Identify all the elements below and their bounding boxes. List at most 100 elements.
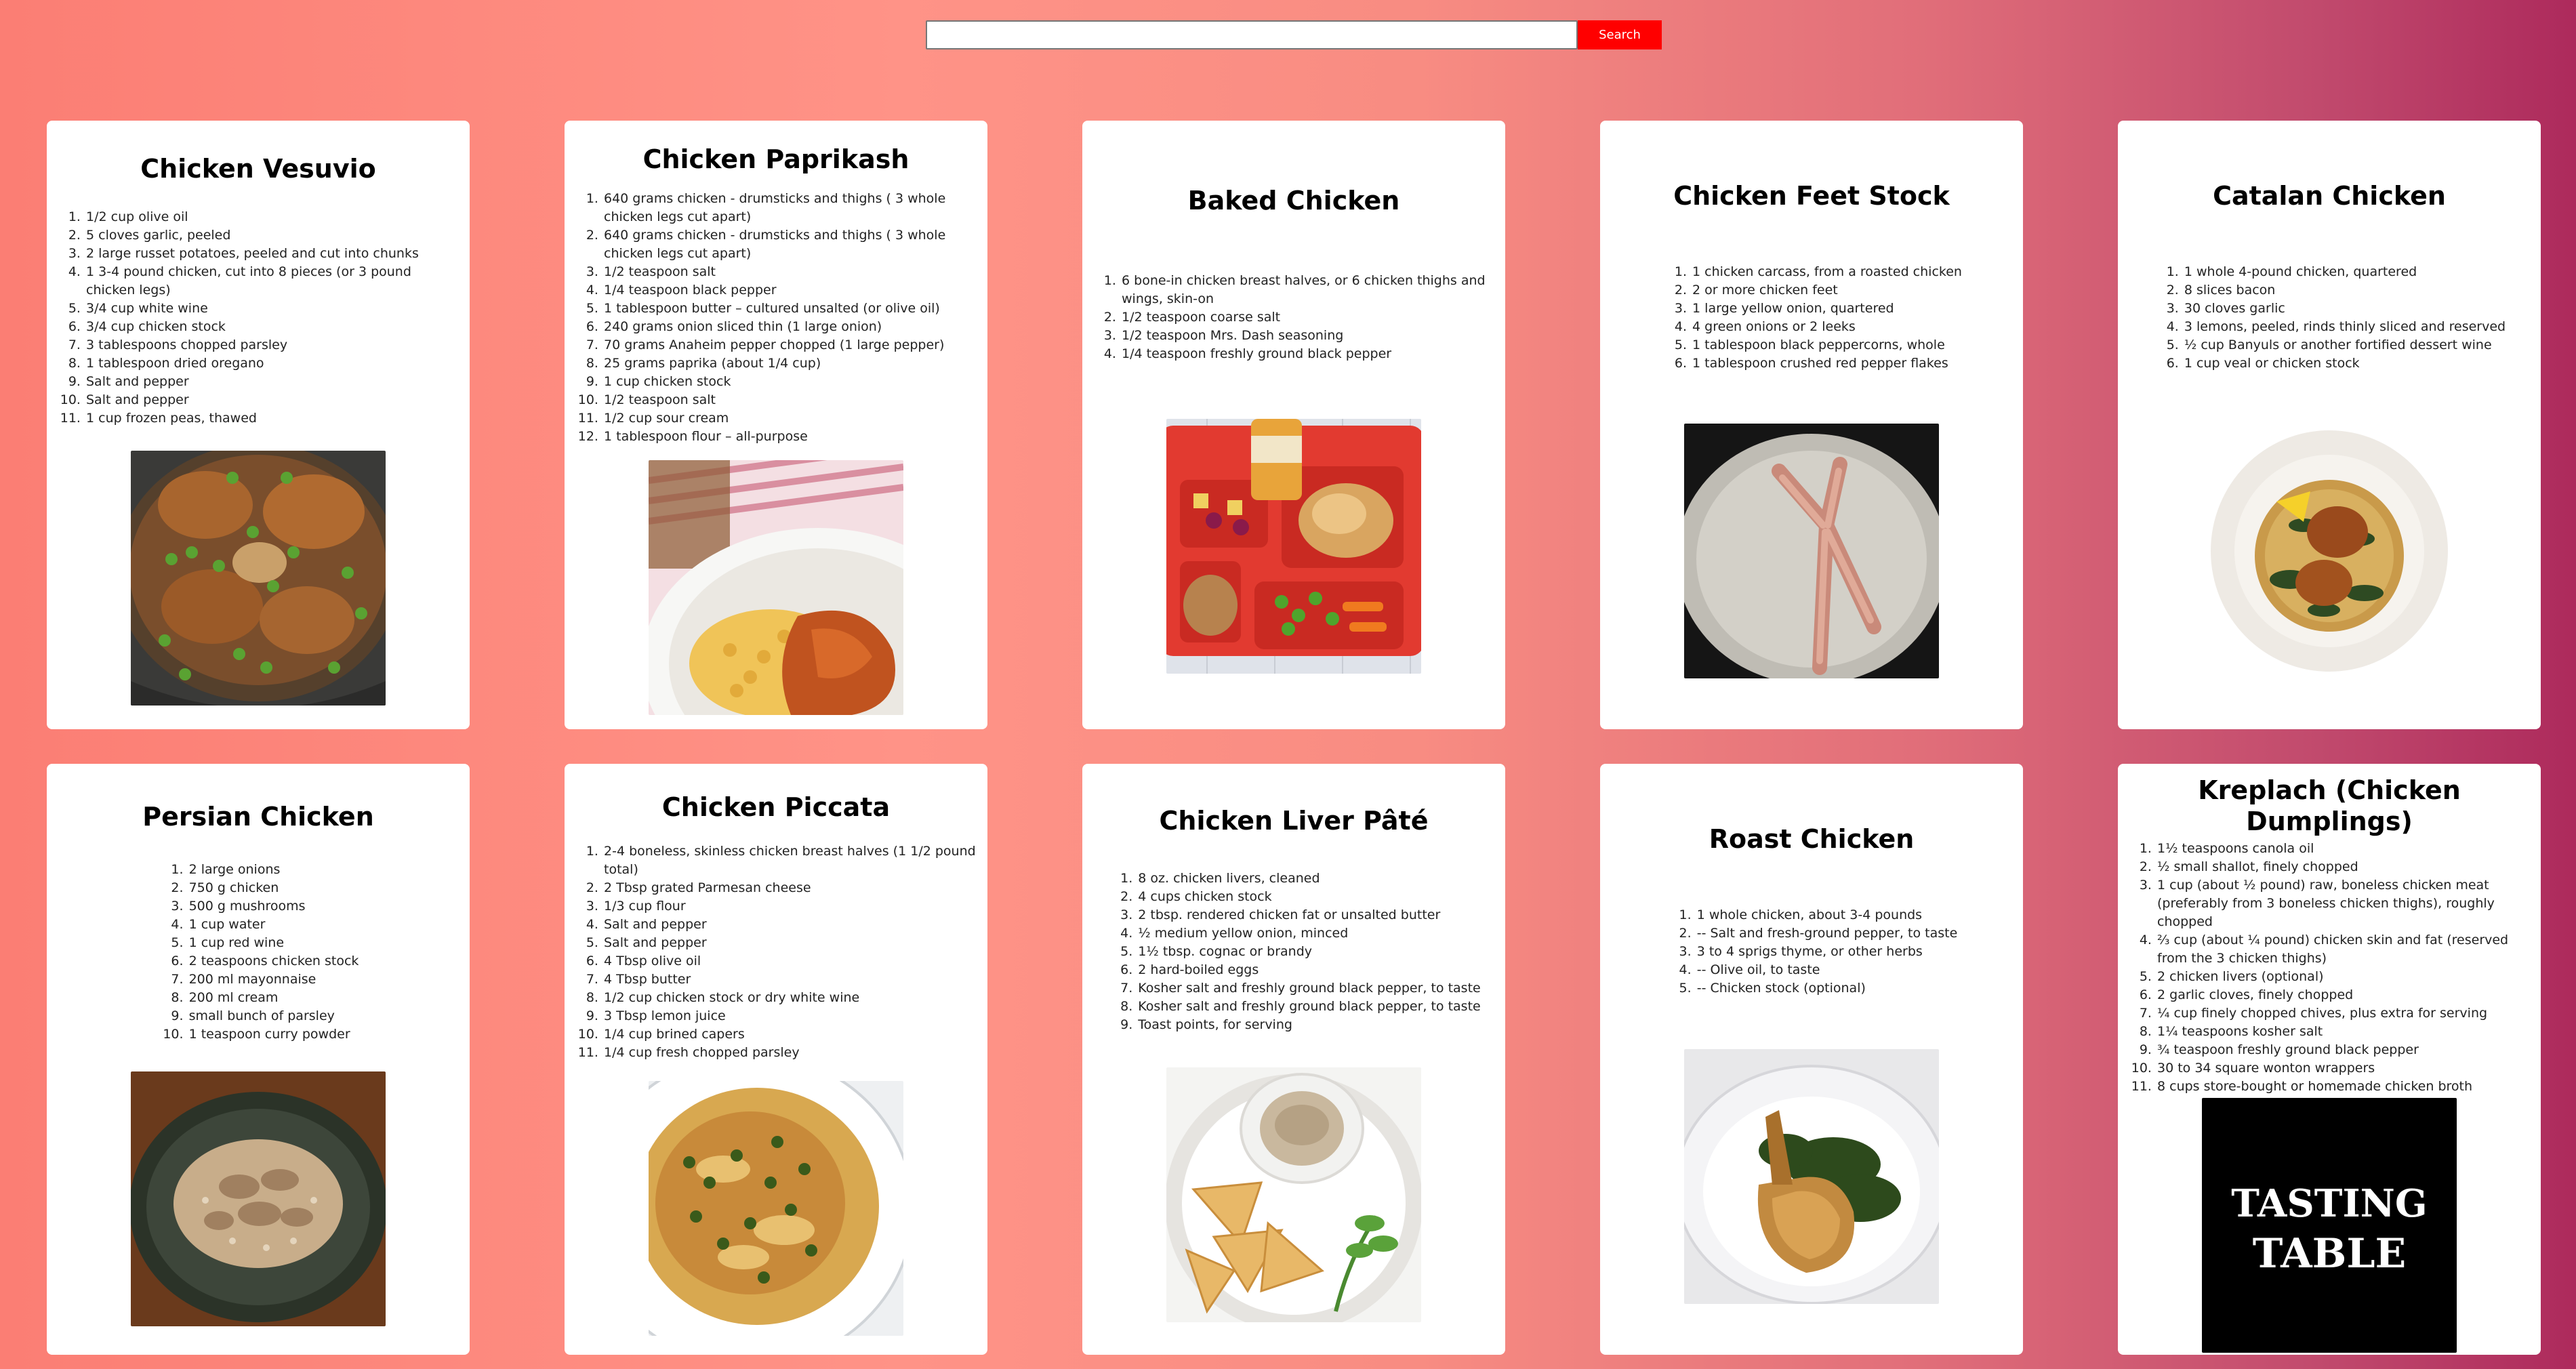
ingredient-item: 1/2 cup olive oil [85, 208, 462, 226]
ingredient-item: 2 large russet potatoes, peeled and cut … [85, 245, 462, 263]
search-bar: Search [926, 20, 1662, 49]
recipe-card[interactable]: Chicken Vesuvio 1/2 cup olive oil5 clove… [47, 121, 470, 729]
ingredient-item: 1/4 teaspoon freshly ground black pepper [1120, 345, 1497, 363]
ingredient-item: 1 cup (about ½ pound) raw, boneless chic… [2156, 876, 2533, 931]
ingredient-item: 200 ml cream [188, 989, 359, 1007]
ingredient-item: ¾ teaspoon freshly ground black pepper [2156, 1041, 2533, 1059]
ingredient-list: 1 whole 4-pound chicken, quartered8 slic… [2153, 263, 2506, 373]
ingredient-item: 240 grams onion sliced thin (1 large oni… [602, 318, 979, 336]
ingredient-item: Toast points, for serving [1137, 1016, 1480, 1034]
ingredient-list: 2-4 boneless, skinless chicken breast ha… [573, 842, 979, 1062]
search-button[interactable]: Search [1578, 20, 1662, 49]
ingredient-item: 200 ml mayonnaise [188, 970, 359, 989]
ingredient-item: 2 hard-boiled eggs [1137, 961, 1480, 979]
ingredient-item: 1¼ teaspoons kosher salt [2156, 1023, 2533, 1041]
ingredient-item: 1/4 teaspoon black pepper [602, 281, 979, 300]
ingredient-item: 1 tablespoon black peppercorns, whole [1691, 336, 1962, 354]
chicken-piccata-photo [649, 1080, 903, 1336]
ingredient-item: 1½ tbsp. cognac or brandy [1137, 943, 1480, 961]
recipe-card[interactable]: Roast Chicken 1 whole chicken, about 3-4… [1600, 764, 2023, 1355]
recipe-title: Baked Chicken [1187, 185, 1400, 216]
ingredient-item: ½ medium yellow onion, minced [1137, 924, 1480, 943]
ingredient-item: 1 whole chicken, about 3-4 pounds [1696, 906, 1958, 924]
ingredient-item: 1 chicken carcass, from a roasted chicke… [1691, 263, 1962, 281]
ingredient-item: 1 3-4 pound chicken, cut into 8 pieces (… [85, 263, 462, 300]
ingredient-item: Salt and pepper [85, 373, 462, 391]
chicken-liver-pate-photo [1166, 1067, 1421, 1322]
ingredient-item: 1 cup red wine [188, 934, 359, 952]
ingredient-list: 1 chicken carcass, from a roasted chicke… [1661, 263, 1962, 373]
recipe-title: Chicken Paprikash [642, 144, 909, 175]
ingredient-item: 2 Tbsp grated Parmesan cheese [602, 879, 979, 897]
ingredient-item: Salt and pepper [85, 391, 462, 409]
ingredient-item: 30 cloves garlic [2183, 300, 2506, 318]
ingredient-item: 1/2 cup sour cream [602, 409, 979, 428]
ingredient-list: 1 whole chicken, about 3-4 pounds-- Salt… [1666, 906, 1958, 998]
ingredient-item: 8 oz. chicken livers, cleaned [1137, 870, 1480, 888]
recipe-card[interactable]: Chicken Piccata 2-4 boneless, skinless c… [565, 764, 987, 1355]
ingredient-item: 1/2 teaspoon salt [602, 263, 979, 281]
ingredient-item: 2 garlic cloves, finely chopped [2156, 986, 2533, 1004]
ingredient-item: 1 cup veal or chicken stock [2183, 354, 2506, 373]
ingredient-item: 3 lemons, peeled, rinds thinly sliced an… [2183, 318, 2506, 336]
ingredient-item: 2 teaspoons chicken stock [188, 952, 359, 970]
recipe-title: Chicken Vesuvio [140, 153, 376, 184]
ingredient-item: 25 grams paprika (about 1/4 cup) [602, 354, 979, 373]
recipe-card[interactable]: Catalan Chicken 1 whole 4-pound chicken,… [2118, 121, 2541, 729]
recipe-card[interactable]: Kreplach (Chicken Dumplings) 1½ teaspoon… [2118, 764, 2541, 1355]
ingredient-item: 1/2 teaspoon Mrs. Dash seasoning [1120, 327, 1497, 345]
roast-chicken-photo [1684, 1048, 1939, 1304]
ingredient-item: 2-4 boneless, skinless chicken breast ha… [602, 842, 979, 879]
ingredient-list: 2 large onions750 g chicken500 g mushroo… [158, 861, 359, 1044]
ingredient-item: 1 whole 4-pound chicken, quartered [2183, 263, 2506, 281]
recipe-card[interactable]: Chicken Feet Stock 1 chicken carcass, fr… [1600, 121, 2023, 729]
ingredient-item: 4 Tbsp olive oil [602, 952, 979, 970]
ingredient-item: 8 cups store-bought or homemade chicken … [2156, 1078, 2533, 1096]
ingredient-item: 3 Tbsp lemon juice [602, 1007, 979, 1025]
ingredient-item: 3 tablespoons chopped parsley [85, 336, 462, 354]
ingredient-list: 8 oz. chicken livers, cleaned4 cups chic… [1107, 870, 1480, 1034]
ingredient-item: 5 cloves garlic, peeled [85, 226, 462, 245]
ingredient-item: 1 tablespoon crushed red pepper flakes [1691, 354, 1962, 373]
ingredient-item: ½ cup Banyuls or another fortified desse… [2183, 336, 2506, 354]
recipe-card[interactable]: Persian Chicken 2 large onions750 g chic… [47, 764, 470, 1355]
ingredient-item: 1 large yellow onion, quartered [1691, 300, 1962, 318]
ingredient-item: 3/4 cup chicken stock [85, 318, 462, 336]
ingredient-item: 1 cup chicken stock [602, 373, 979, 391]
ingredient-item: 2 large onions [188, 861, 359, 879]
recipe-card[interactable]: Baked Chicken 6 bone-in chicken breast h… [1082, 121, 1505, 729]
ingredient-item: 1/3 cup flour [602, 897, 979, 916]
ingredient-item: 1 cup water [188, 916, 359, 934]
ingredient-item: Salt and pepper [602, 934, 979, 952]
baked-chicken-tray-photo [1166, 419, 1421, 674]
chicken-paprikash-photo [649, 459, 903, 715]
ingredient-item: 4 Tbsp butter [602, 970, 979, 989]
ingredient-item: 500 g mushrooms [188, 897, 359, 916]
chicken-vesuvio-photo [131, 451, 386, 706]
recipe-card[interactable]: Chicken Paprikash 640 grams chicken - dr… [565, 121, 987, 729]
ingredient-list: 640 grams chicken - drumsticks and thigh… [573, 190, 979, 446]
ingredient-item: 1/4 cup brined capers [602, 1025, 979, 1044]
recipe-card[interactable]: Chicken Liver Pâté 8 oz. chicken livers,… [1082, 764, 1505, 1355]
ingredient-item: 1/2 teaspoon coarse salt [1120, 308, 1497, 327]
ingredient-item: -- Chicken stock (optional) [1696, 979, 1958, 998]
logo-text-line-1: TASTING [2231, 1181, 2427, 1226]
ingredient-item: Kosher salt and freshly ground black pep… [1137, 979, 1480, 998]
search-input[interactable] [926, 20, 1578, 49]
ingredient-item: small bunch of parsley [188, 1007, 359, 1025]
ingredient-list: 1½ teaspoons canola oil½ small shallot, … [2126, 840, 2533, 1096]
ingredient-item: 640 grams chicken - drumsticks and thigh… [602, 190, 979, 226]
ingredient-item: 1/4 cup fresh chopped parsley [602, 1044, 979, 1062]
ingredient-item: 1 tablespoon flour – all-purpose [602, 428, 979, 446]
ingredient-item: 3 to 4 sprigs thyme, or other herbs [1696, 943, 1958, 961]
ingredient-item: 1 tablespoon dried oregano [85, 354, 462, 373]
persian-chicken-photo [131, 1071, 386, 1327]
recipe-title: Kreplach (Chicken Dumplings) [2198, 775, 2461, 836]
ingredient-item: 4 cups chicken stock [1137, 888, 1480, 906]
ingredient-item: -- Salt and fresh-ground pepper, to tast… [1696, 924, 1958, 943]
ingredient-item: 30 to 34 square wonton wrappers [2156, 1059, 2533, 1078]
ingredient-item: 1/2 teaspoon salt [602, 391, 979, 409]
ingredient-item: 1½ teaspoons canola oil [2156, 840, 2533, 858]
ingredient-item: 2 tbsp. rendered chicken fat or unsalted… [1137, 906, 1480, 924]
ingredient-item: 8 slices bacon [2183, 281, 2506, 300]
